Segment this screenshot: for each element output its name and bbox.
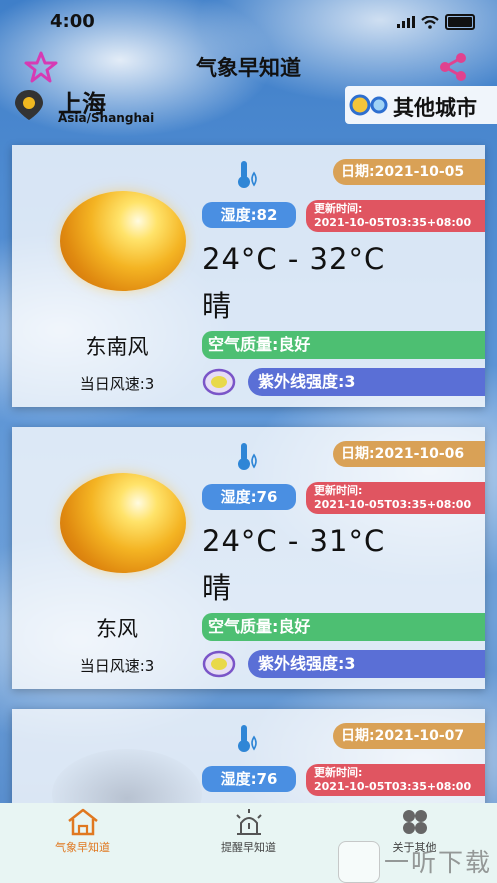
page-title: 气象早知道 [196, 56, 301, 80]
update-time-value: 2021-10-05T03:35+08:00 [314, 216, 472, 229]
other-city-label: 其他城市 [393, 96, 477, 120]
wind-direction: 东风 [96, 617, 138, 641]
watermark: 一听下载 [338, 839, 497, 883]
sunny-weather-icon [60, 191, 186, 291]
alarm-light-icon [235, 809, 262, 835]
wind-speed: 当日风速:3 [79, 657, 155, 675]
tab-reminder[interactable]: 提醒早知道 [166, 807, 331, 855]
date-badge: 日期:2021-10-06 [333, 441, 485, 467]
temperature-range: 24°C - 32°C [202, 242, 386, 276]
tab-weather-label: 气象早知道 [55, 841, 110, 854]
weather-condition: 晴 [202, 571, 232, 605]
forecast-card[interactable]: 日期:2021-10-05 湿度:82 更新时间: 2021-10-05T03:… [12, 145, 485, 407]
update-time-badge: 更新时间: 2021-10-05T03:35+08:00 [306, 200, 485, 232]
update-time-badge: 更新时间: 2021-10-05T03:35+08:00 [306, 764, 485, 796]
uv-icon [202, 650, 236, 678]
share-icon[interactable] [436, 50, 470, 84]
thermometer-icon [238, 161, 257, 188]
update-time-label: 更新时间: [314, 484, 363, 497]
forecast-card[interactable]: 日期:2021-10-06 湿度:76 更新时间: 2021-10-05T03:… [12, 427, 485, 689]
uv-index-badge: 紫外线强度:3 [248, 368, 485, 396]
weather-condition: 晴 [202, 289, 232, 323]
tab-weather[interactable]: 气象早知道 [0, 807, 165, 855]
update-time-badge: 更新时间: 2021-10-05T03:35+08:00 [306, 482, 485, 514]
update-time-value: 2021-10-05T03:35+08:00 [314, 780, 472, 793]
humidity-badge: 湿度:76 [202, 766, 296, 792]
timezone-label: Asia/Shanghai [58, 111, 155, 125]
battery-icon [445, 14, 475, 30]
other-city-button[interactable]: 其他城市 [345, 86, 497, 124]
date-badge: 日期:2021-10-07 [333, 723, 485, 749]
signal-icon [397, 16, 415, 28]
watermark-text: 一听下载 [384, 848, 493, 877]
home-icon [67, 808, 98, 836]
thermometer-icon [238, 725, 257, 752]
location-pin-icon [15, 90, 43, 120]
temperature-range: 24°C - 31°C [202, 524, 386, 558]
status-time: 4:00 [50, 11, 95, 32]
humidity-badge: 湿度:82 [202, 202, 296, 228]
uv-index-badge: 紫外线强度:3 [248, 650, 485, 678]
toggle-rings-icon [349, 94, 388, 116]
update-time-label: 更新时间: [314, 202, 363, 215]
tab-reminder-label: 提醒早知道 [221, 841, 276, 854]
uv-icon [202, 368, 236, 396]
sunny-weather-icon [60, 473, 186, 573]
air-quality-badge: 空气质量:良好 [202, 331, 485, 359]
wifi-icon [421, 15, 439, 29]
humidity-badge: 湿度:76 [202, 484, 296, 510]
thermometer-icon [238, 443, 257, 470]
air-quality-badge: 空气质量:良好 [202, 613, 485, 641]
update-time-label: 更新时间: [314, 766, 363, 779]
date-badge: 日期:2021-10-05 [333, 159, 485, 185]
wind-direction: 东南风 [85, 335, 149, 359]
update-time-value: 2021-10-05T03:35+08:00 [314, 498, 472, 511]
clover-icon [402, 810, 427, 834]
status-icons [397, 14, 475, 30]
status-bar: 4:00 [0, 0, 497, 44]
watermark-logo-icon [338, 841, 380, 883]
wind-speed: 当日风速:3 [79, 375, 155, 393]
